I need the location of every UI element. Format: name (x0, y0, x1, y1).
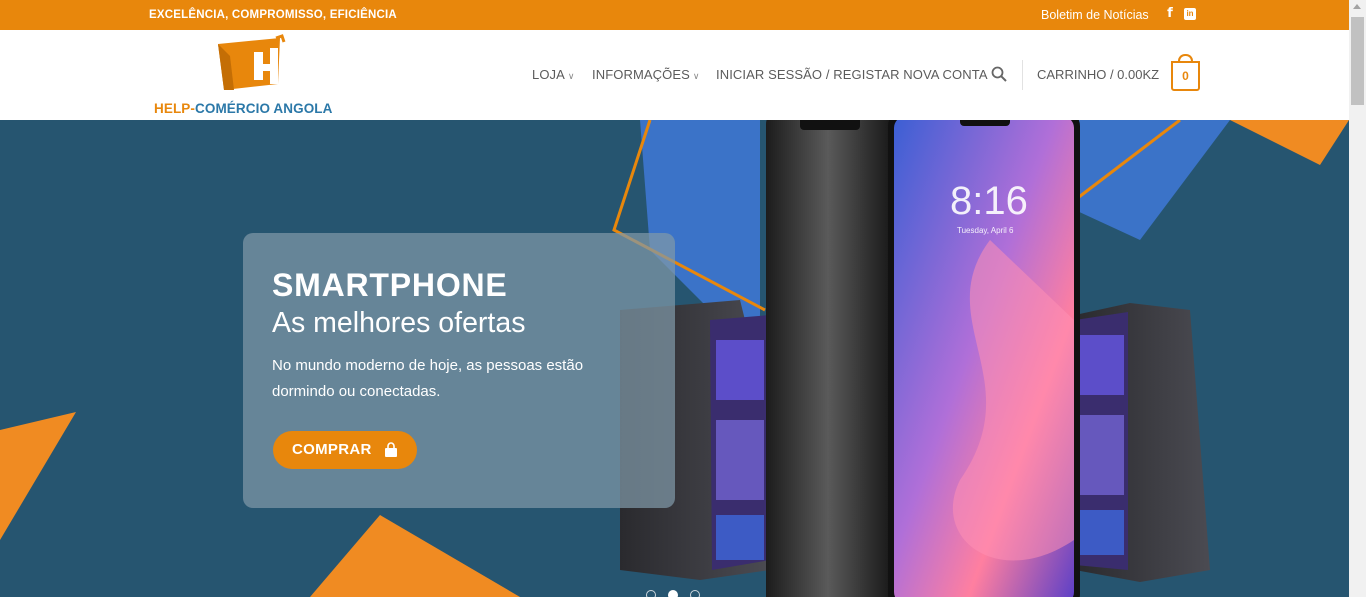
logo-text-comercio: COMÉRCIO ANGOLA (195, 101, 333, 116)
cart-count-badge[interactable]: 0 (1171, 54, 1200, 91)
hero-title: SMARTPHONE (272, 267, 508, 303)
nav-loja-label: LOJA (532, 67, 565, 82)
tagline: EXCELÊNCIA, COMPROMISSO, EFICIÊNCIA (149, 9, 397, 21)
phone-time: 8:16 (950, 179, 1028, 223)
top-bar: EXCELÊNCIA, COMPROMISSO, EFICIÊNCIA Bole… (0, 0, 1349, 30)
phone-date: Tuesday, April 6 (957, 226, 1014, 235)
logo-text-help: HELP- (154, 101, 195, 116)
facebook-icon[interactable]: f (1164, 6, 1176, 22)
nav-login-register[interactable]: INICIAR SESSÃO / REGISTAR NOVA CONTA (716, 67, 988, 82)
scroll-up-arrow-icon[interactable] (1353, 4, 1361, 9)
buy-button-label: COMPRAR (292, 441, 372, 458)
slider-dot-1[interactable] (646, 590, 656, 597)
logo-text: HELP-COMÉRCIO ANGOLA (154, 101, 333, 116)
logo-mark-icon (218, 34, 286, 90)
cart-link[interactable]: CARRINHO / 0.00KZ (1037, 67, 1159, 82)
slider-dot-3[interactable] (690, 590, 700, 597)
logo[interactable]: HELP-COMÉRCIO ANGOLA (150, 34, 350, 116)
nav-informacoes[interactable]: INFORMAÇÕES ∨ (592, 67, 700, 82)
slider-dot-2-active[interactable] (668, 590, 678, 597)
linkedin-icon[interactable]: in (1184, 8, 1196, 20)
hero-slider: 8:16 Tuesday, April 6 SMARTPHONE As melh… (0, 120, 1349, 597)
hero-text: No mundo moderno de hoje, as pessoas est… (272, 357, 584, 400)
nav-loja[interactable]: LOJA ∨ (532, 67, 575, 82)
hero-caption-box: SMARTPHONE As melhores ofertas No mundo … (243, 233, 675, 508)
scrollbar-thumb[interactable] (1351, 17, 1364, 105)
buy-button[interactable]: COMPRAR (273, 431, 417, 469)
chevron-down-icon: ∨ (567, 71, 575, 81)
header: HELP-COMÉRCIO ANGOLA LOJA ∨ INFORMAÇÕES ∨ … (0, 30, 1349, 120)
newsletter-link[interactable]: Boletim de Notícias (1041, 8, 1149, 22)
search-icon[interactable] (991, 66, 1007, 82)
header-divider (1022, 60, 1023, 90)
hero-subtitle: As melhores ofertas (272, 307, 526, 339)
shopping-bag-icon (385, 442, 397, 457)
chevron-down-icon: ∨ (692, 71, 700, 81)
nav-informacoes-label: INFORMAÇÕES (592, 67, 690, 82)
